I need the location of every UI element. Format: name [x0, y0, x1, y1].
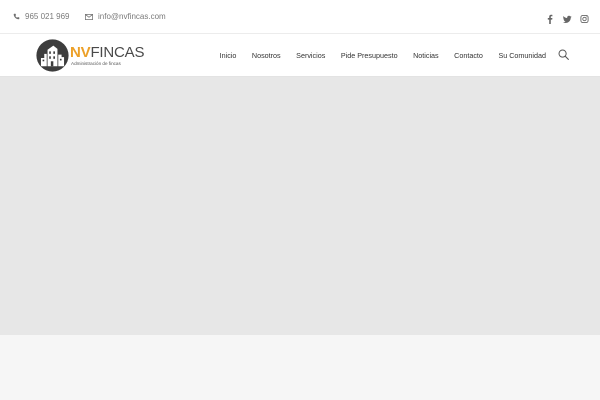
nav-item-pide-presupuesto[interactable]: Pide Presupuesto	[341, 51, 398, 60]
email-contact[interactable]: info@nvfincas.com	[85, 11, 166, 22]
phone-number[interactable]: 965 021 969	[25, 11, 70, 22]
main-header: NVFINCAS Administración de fincas Inicio…	[0, 34, 600, 77]
content-area	[0, 335, 600, 400]
nav-item-noticias[interactable]: Noticias	[413, 51, 439, 60]
phone-contact[interactable]: 965 021 969	[13, 11, 70, 22]
top-bar: 965 021 969 info@nvfincas.com	[0, 0, 600, 34]
nav-item-contacto[interactable]: Contacto	[454, 51, 483, 60]
phone-icon	[13, 13, 20, 20]
facebook-icon[interactable]	[546, 11, 554, 24]
building-logo-icon	[36, 38, 69, 72]
hero-banner	[0, 77, 600, 335]
logo-text: NVFINCAS Administración de fincas	[70, 45, 144, 66]
email-address[interactable]: info@nvfincas.com	[98, 11, 166, 22]
social-links	[546, 11, 589, 24]
site-logo[interactable]: NVFINCAS Administración de fincas	[36, 38, 144, 72]
instagram-icon[interactable]	[580, 11, 589, 24]
main-navigation: Inicio Nosotros Servicios Pide Presupues…	[220, 34, 546, 76]
nav-item-su-comunidad[interactable]: Su Comunidad	[498, 51, 546, 60]
logo-brand: NVFINCAS	[70, 43, 145, 61]
nav-item-nosotros[interactable]: Nosotros	[252, 51, 281, 60]
search-icon[interactable]	[558, 49, 569, 60]
twitter-icon[interactable]	[563, 11, 572, 23]
nav-item-servicios[interactable]: Servicios	[296, 51, 325, 60]
logo-tagline: Administración de fincas	[71, 60, 121, 66]
envelope-icon	[85, 13, 93, 20]
nav-item-inicio[interactable]: Inicio	[220, 51, 237, 60]
